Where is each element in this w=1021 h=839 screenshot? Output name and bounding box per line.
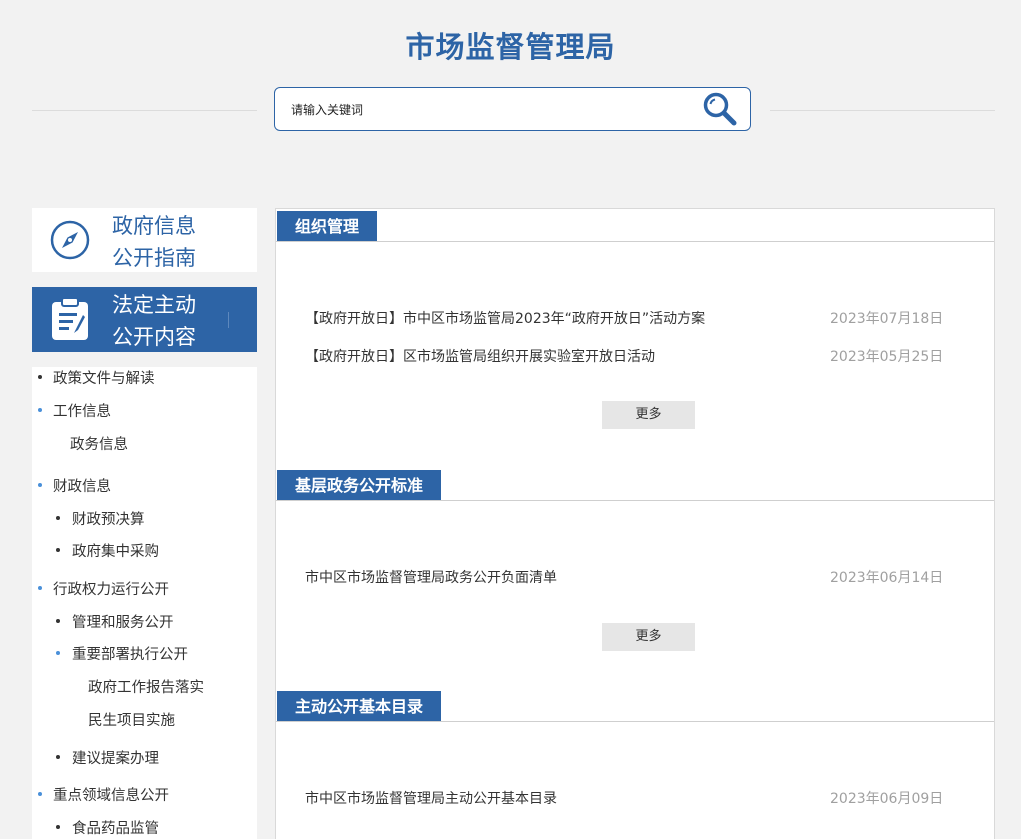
bullet-icon: [56, 548, 60, 552]
clipboard-icon: [52, 297, 88, 340]
menu-item-policy[interactable]: 政策文件与解读: [53, 367, 155, 388]
bullet-icon: [56, 619, 60, 623]
bullet-icon: [38, 483, 42, 487]
bullet-icon: [38, 792, 42, 796]
sidebar-card-guide[interactable]: 政府信息 公开指南: [32, 208, 257, 272]
compass-icon: [50, 220, 90, 260]
list-item-link[interactable]: 【政府开放日】区市场监管局组织开展实验室开放日活动: [305, 346, 655, 366]
bullet-icon: [56, 825, 60, 829]
divider: [228, 312, 229, 328]
list-item-date: 2023年06月09日: [830, 791, 944, 807]
guide-card-label: 政府信息 公开指南: [112, 214, 196, 270]
bullet-icon: [56, 755, 60, 759]
section-divider: [276, 241, 994, 242]
content-panel: 组织管理 【政府开放日】市中区市场监管局2023年“政府开放日”活动方案 202…: [275, 208, 995, 839]
search-box: [274, 87, 751, 131]
list-item-link[interactable]: 市中区市场监督管理局主动公开基本目录: [305, 788, 557, 808]
list-item-link[interactable]: 【政府开放日】市中区市场监管局2023年“政府开放日”活动方案: [305, 308, 705, 328]
menu-item-livelihood[interactable]: 民生项目实施: [88, 709, 175, 730]
menu-item-key-areas[interactable]: 重点领域信息公开: [53, 784, 169, 805]
menu-item-finance[interactable]: 财政信息: [53, 475, 111, 496]
menu-item-gov-affairs[interactable]: 政务信息: [70, 433, 128, 454]
header-divider-right: [770, 110, 995, 111]
search-input[interactable]: [289, 97, 693, 123]
search-icon: [703, 92, 737, 126]
sidebar-card-active-content[interactable]: 法定主动 公开内容: [32, 287, 257, 352]
section-title: 主动公开基本目录: [277, 691, 442, 722]
bullet-icon: [38, 408, 42, 412]
menu-item-work-info[interactable]: 工作信息: [53, 400, 111, 421]
list-item-date: 2023年05月25日: [830, 349, 944, 365]
section-title: 基层政务公开标准: [277, 470, 442, 501]
menu-item-procurement[interactable]: 政府集中采购: [72, 540, 159, 561]
more-button[interactable]: 更多: [602, 401, 695, 429]
search-button[interactable]: [701, 90, 741, 128]
section-divider: [276, 500, 994, 501]
bullet-icon: [56, 516, 60, 520]
menu-item-gov-report[interactable]: 政府工作报告落实: [88, 676, 204, 697]
menu-item-admin-power[interactable]: 行政权力运行公开: [53, 578, 169, 599]
menu-item-budget[interactable]: 财政预决算: [72, 508, 145, 529]
menu-item-food-drug[interactable]: 食品药品监管: [72, 817, 159, 838]
header-divider-left: [32, 110, 257, 111]
menu-item-proposals[interactable]: 建议提案办理: [72, 747, 159, 768]
site-title: 市场监督管理局: [405, 30, 616, 64]
list-item-date: 2023年07月18日: [830, 311, 944, 327]
bullet-icon: [38, 586, 42, 590]
section-divider: [276, 721, 994, 722]
menu-item-key-deployment[interactable]: 重要部署执行公开: [72, 643, 188, 664]
sidebar-menu: 政策文件与解读 工作信息 政务信息 财政信息 财政预决算 政府集中采购 行政权力…: [32, 367, 257, 839]
section-title: 组织管理: [277, 211, 378, 242]
list-item-link[interactable]: 市中区市场监督管理局政务公开负面清单: [305, 567, 557, 587]
more-button[interactable]: 更多: [602, 623, 695, 651]
bullet-icon: [56, 651, 60, 655]
bullet-icon: [38, 375, 42, 379]
menu-item-management[interactable]: 管理和服务公开: [72, 611, 174, 632]
active-card-label: 法定主动 公开内容: [112, 293, 196, 349]
list-item-date: 2023年06月14日: [830, 570, 944, 586]
